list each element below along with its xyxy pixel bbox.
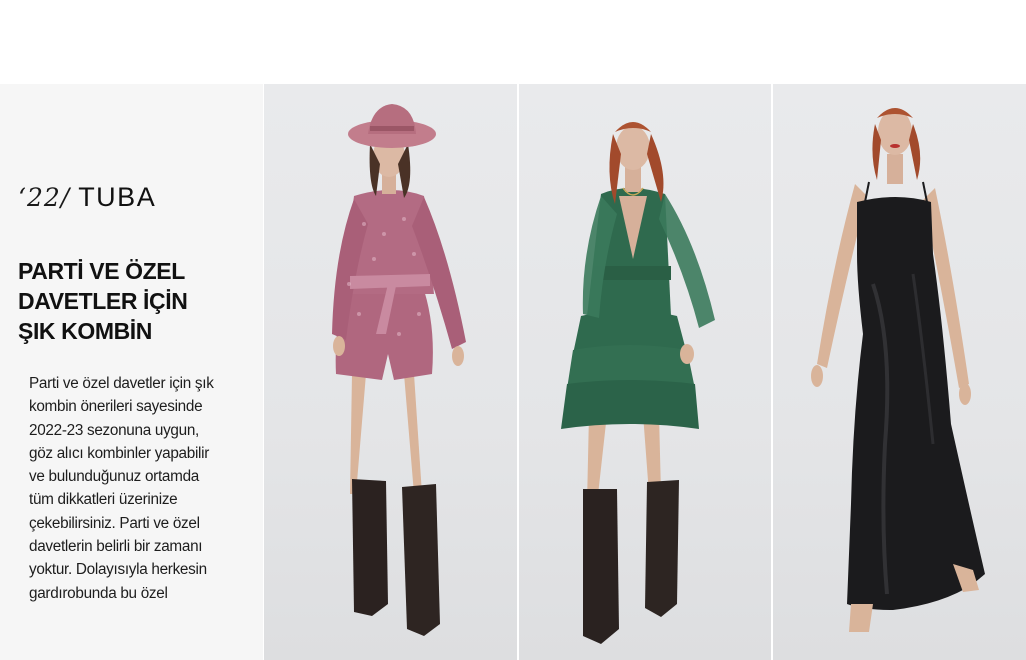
pink-sequin-playsuit-photo[interactable] [264,84,517,660]
model-illustration [811,108,985,632]
brand-year: ‘22/ [18,183,71,212]
description-line: 2022-23 sezonuna uygun, [29,421,200,439]
model-illustration [561,122,715,644]
text-panel: ‘22/ TUBA PARTİ VE ÖZEL DAVETLER İÇİN ŞI… [0,84,263,660]
headline-line: DAVETLER İÇİN [18,288,188,314]
black-satin-gown-photo[interactable] [773,84,1026,660]
headline-line: PARTİ VE ÖZEL [18,258,185,284]
page-title: PARTİ VE ÖZEL DAVETLER İÇİN ŞIK KOMBİN [18,256,253,346]
description-line: yoktur. Dolayısıyla herkesin [29,561,207,579]
headline-line: ŞIK KOMBİN [18,318,153,344]
description-line: göz alıcı kombinler yapabilir [29,444,210,462]
description-line: çekebilirsiniz. Parti ve özel [29,514,200,532]
description-line: tüm dikkatleri üzerinize [29,491,178,509]
model-illustration [332,104,466,636]
brand-logo[interactable]: ‘22/ TUBA [18,182,156,213]
description-line: davetlerin belirli bir zamanı [29,538,203,556]
description-line: kombin önerileri sayesinde [29,398,203,416]
description-line: ve bulunduğunuz ortamda [29,468,199,486]
green-ruffle-dress-photo[interactable] [519,84,771,660]
description-line: gardırobunda bu özel [29,584,168,602]
description-text: Parti ve özel davetler için şık kombin ö… [29,372,257,605]
brand-name: TUBA [78,182,157,212]
top-bar [0,0,1026,83]
description-line: Parti ve özel davetler için şık [29,375,214,392]
